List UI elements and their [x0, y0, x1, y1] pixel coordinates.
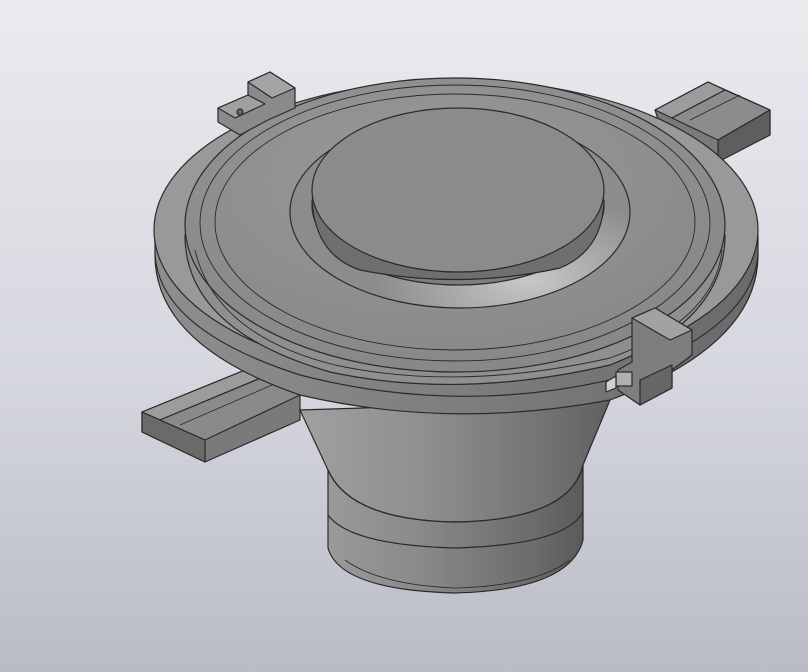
cad-viewport[interactable]	[0, 0, 808, 672]
cad-model-render[interactable]	[0, 0, 808, 672]
